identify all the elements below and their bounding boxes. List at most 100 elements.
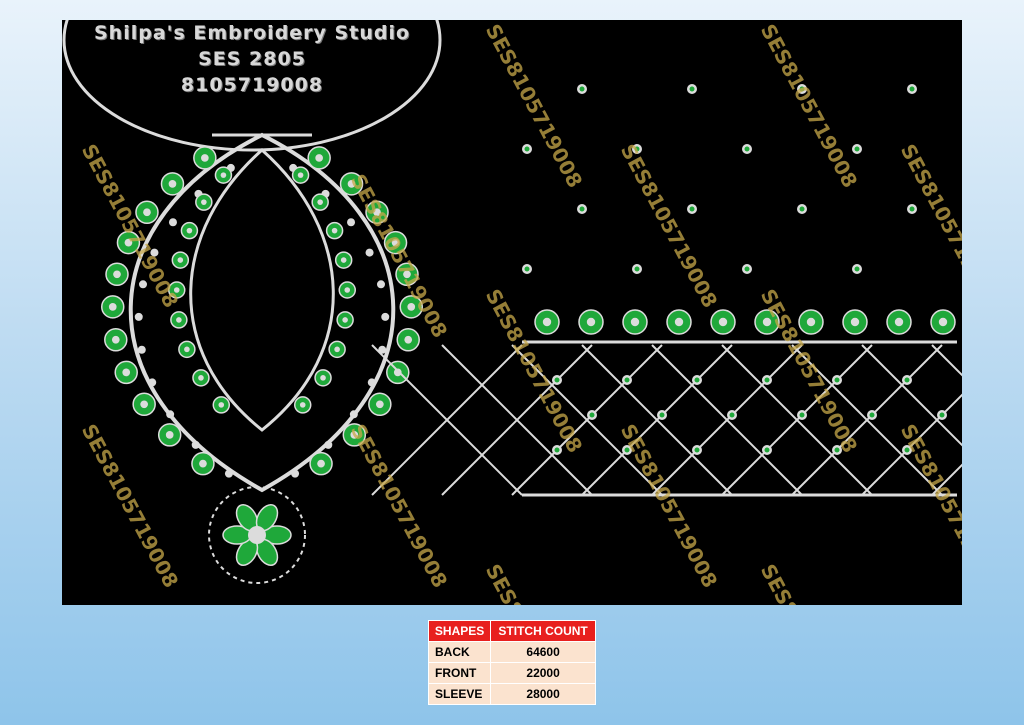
shapes-header: SHAPES: [427, 620, 492, 642]
dot-center: [909, 206, 915, 212]
flower-center: [342, 317, 348, 323]
dot-center: [689, 206, 695, 212]
flower-center: [177, 257, 184, 263]
lattice-mask: [517, 498, 962, 605]
white-bead: [291, 469, 300, 478]
dot-center: [554, 377, 560, 383]
dot-center: [854, 146, 860, 152]
white-bead: [134, 312, 143, 321]
stitch-count-value: 28000: [490, 683, 596, 705]
shape-name: SLEEVE: [427, 683, 492, 705]
dot-center: [729, 412, 735, 418]
dot-center: [764, 447, 770, 453]
flower-center: [168, 180, 177, 188]
flower-center: [122, 368, 131, 377]
flower-center: [140, 400, 149, 409]
studio-name: Shilpa's Embroidery Studio: [93, 22, 411, 44]
dot-center: [744, 266, 750, 272]
white-bead: [365, 248, 374, 257]
flower-center: [894, 317, 904, 327]
dot-center: [624, 377, 630, 383]
dot-center: [659, 412, 665, 418]
dot-center: [524, 266, 530, 272]
dot-center: [524, 146, 530, 152]
flower-center: [143, 208, 151, 217]
flower-center: [199, 459, 207, 468]
flower-center: [404, 335, 413, 344]
flower-center: [938, 317, 948, 327]
stitch-count-value: 22000: [490, 662, 596, 684]
dot-center: [904, 377, 910, 383]
dot-center: [689, 86, 695, 92]
flower-center: [184, 346, 190, 353]
stitch-count-header: STITCH COUNT: [490, 620, 596, 642]
studio-code: SES 2805: [198, 48, 306, 70]
dot-center: [869, 412, 875, 418]
pendant-center: [248, 526, 266, 544]
white-bead: [376, 280, 385, 289]
dot-center: [909, 86, 915, 92]
flower-center: [165, 431, 174, 439]
flower-center: [674, 317, 684, 327]
white-bead: [166, 410, 175, 419]
flower-center: [375, 400, 384, 409]
dot-center: [694, 447, 700, 453]
dot-center: [799, 412, 805, 418]
dot-center: [554, 447, 560, 453]
flower-center: [850, 317, 860, 327]
flower-center: [218, 402, 225, 408]
dot-center: [939, 412, 945, 418]
white-bead: [137, 345, 146, 354]
flower-center: [344, 287, 351, 293]
flower-center: [331, 227, 338, 234]
flower-center: [315, 154, 323, 162]
flower-center: [317, 459, 325, 468]
flower-center: [317, 199, 323, 205]
dot-center: [854, 266, 860, 272]
stitch-count-value: 64600: [490, 641, 596, 663]
flower-center: [806, 317, 816, 327]
white-bead: [168, 218, 177, 227]
dot-center: [834, 377, 840, 383]
dot-center: [634, 266, 640, 272]
table-row: SLEEVE 28000: [427, 683, 596, 705]
lattice-line: [861, 344, 962, 447]
flower-center: [586, 317, 596, 327]
dot-center: [799, 206, 805, 212]
flower-center: [201, 199, 207, 205]
dot-center: [589, 412, 595, 418]
stitch-count-table: SHAPES STITCH COUNT BACK 64600 FRONT 220…: [427, 620, 596, 705]
studio-phone: 8105719008: [180, 74, 324, 96]
white-bead: [148, 378, 157, 387]
flower-center: [198, 375, 204, 381]
white-bead: [347, 218, 356, 227]
dot-center: [694, 377, 700, 383]
flower-center: [718, 317, 728, 327]
flower-center: [340, 257, 347, 263]
flower-center: [186, 227, 193, 234]
flower-center: [201, 154, 209, 162]
dot-center: [579, 86, 585, 92]
white-bead: [224, 469, 233, 478]
dot-center: [744, 146, 750, 152]
flower-center: [297, 172, 304, 178]
dot-center: [764, 377, 770, 383]
flower-center: [320, 375, 326, 381]
white-bead: [349, 410, 358, 419]
flower-center: [111, 335, 120, 344]
white-bead: [191, 440, 200, 449]
shape-name: FRONT: [427, 662, 492, 684]
flower-center: [108, 303, 117, 311]
dot-center: [579, 206, 585, 212]
white-bead: [324, 440, 333, 449]
white-bead: [381, 312, 390, 321]
table-row: BACK 64600: [427, 641, 596, 663]
table-row: FRONT 22000: [427, 662, 596, 684]
stitch-table-header-row: SHAPES STITCH COUNT: [427, 620, 596, 642]
white-bead: [367, 378, 376, 387]
flower-center: [299, 402, 306, 408]
inner-pendant-outline: [189, 147, 335, 432]
flower-center: [113, 270, 121, 279]
flower-center: [176, 317, 182, 323]
flower-center: [220, 172, 227, 178]
